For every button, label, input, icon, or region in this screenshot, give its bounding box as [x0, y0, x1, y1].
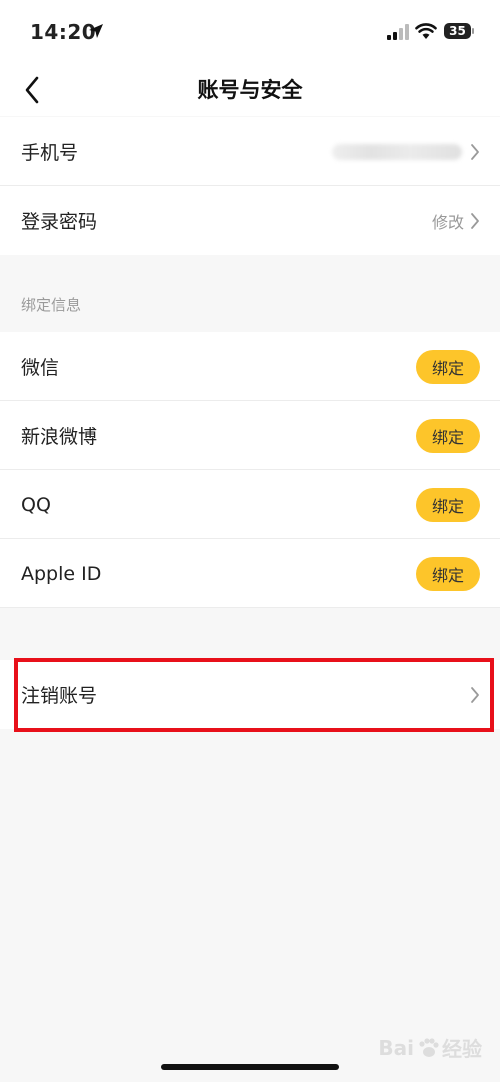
status-time: 14:20: [30, 20, 97, 44]
phone-number-row[interactable]: 手机号: [0, 117, 500, 186]
binding-section-title: 绑定信息: [21, 296, 82, 314]
watermark-text-left: Bai: [378, 1035, 414, 1060]
bind-weibo-button[interactable]: 绑定: [416, 418, 480, 453]
binding-row-apple-id: Apple ID 绑定: [0, 539, 500, 608]
binding-row-weibo: 新浪微博 绑定: [0, 401, 500, 470]
status-bar: 14:20 35: [0, 0, 500, 64]
home-indicator[interactable]: [161, 1064, 339, 1070]
bind-wechat-button[interactable]: 绑定: [416, 349, 480, 384]
baidu-watermark: Bai 经验: [378, 1033, 482, 1062]
blurred-phone-number: [332, 143, 462, 160]
binding-label-weibo: 新浪微博: [21, 426, 98, 448]
binding-label-wechat: 微信: [21, 357, 60, 379]
battery-level: 35: [444, 23, 472, 39]
modify-password-link[interactable]: 修改: [432, 209, 464, 233]
phone-number-label: 手机号: [21, 142, 79, 164]
wifi-icon: [415, 23, 437, 39]
nav-bar: 账号与安全: [0, 64, 500, 116]
bind-apple-id-button[interactable]: 绑定: [416, 556, 480, 591]
cancel-account-row[interactable]: 注销账号: [0, 660, 500, 729]
chevron-right-icon: [471, 143, 479, 160]
page-title: 账号与安全: [197, 78, 303, 102]
watermark-text-right: 经验: [442, 1037, 482, 1061]
binding-label-apple-id: Apple ID: [21, 562, 102, 585]
battery-indicator: 35: [444, 22, 474, 40]
binding-row-wechat: 微信 绑定: [0, 332, 500, 401]
cellular-signal-icon: [387, 24, 409, 40]
battery-cap: [472, 28, 474, 34]
paw-icon: [419, 1037, 439, 1057]
chevron-right-icon: [471, 212, 479, 229]
cancel-account-label: 注销账号: [21, 685, 98, 707]
screen: 14:20 35 账号与安全 手机号 登录密码 修改 绑定信息 微信 绑定 新浪…: [0, 0, 500, 1082]
bind-qq-button[interactable]: 绑定: [416, 487, 480, 522]
login-password-label: 登录密码: [21, 211, 98, 233]
login-password-action-group: 修改: [432, 209, 480, 233]
binding-row-qq: QQ 绑定: [0, 470, 500, 539]
location-arrow-icon: [89, 24, 103, 38]
phone-number-value-group: [332, 143, 480, 161]
login-password-row[interactable]: 登录密码 修改: [0, 186, 500, 255]
binding-label-qq: QQ: [21, 493, 51, 516]
chevron-right-icon: [471, 686, 479, 703]
